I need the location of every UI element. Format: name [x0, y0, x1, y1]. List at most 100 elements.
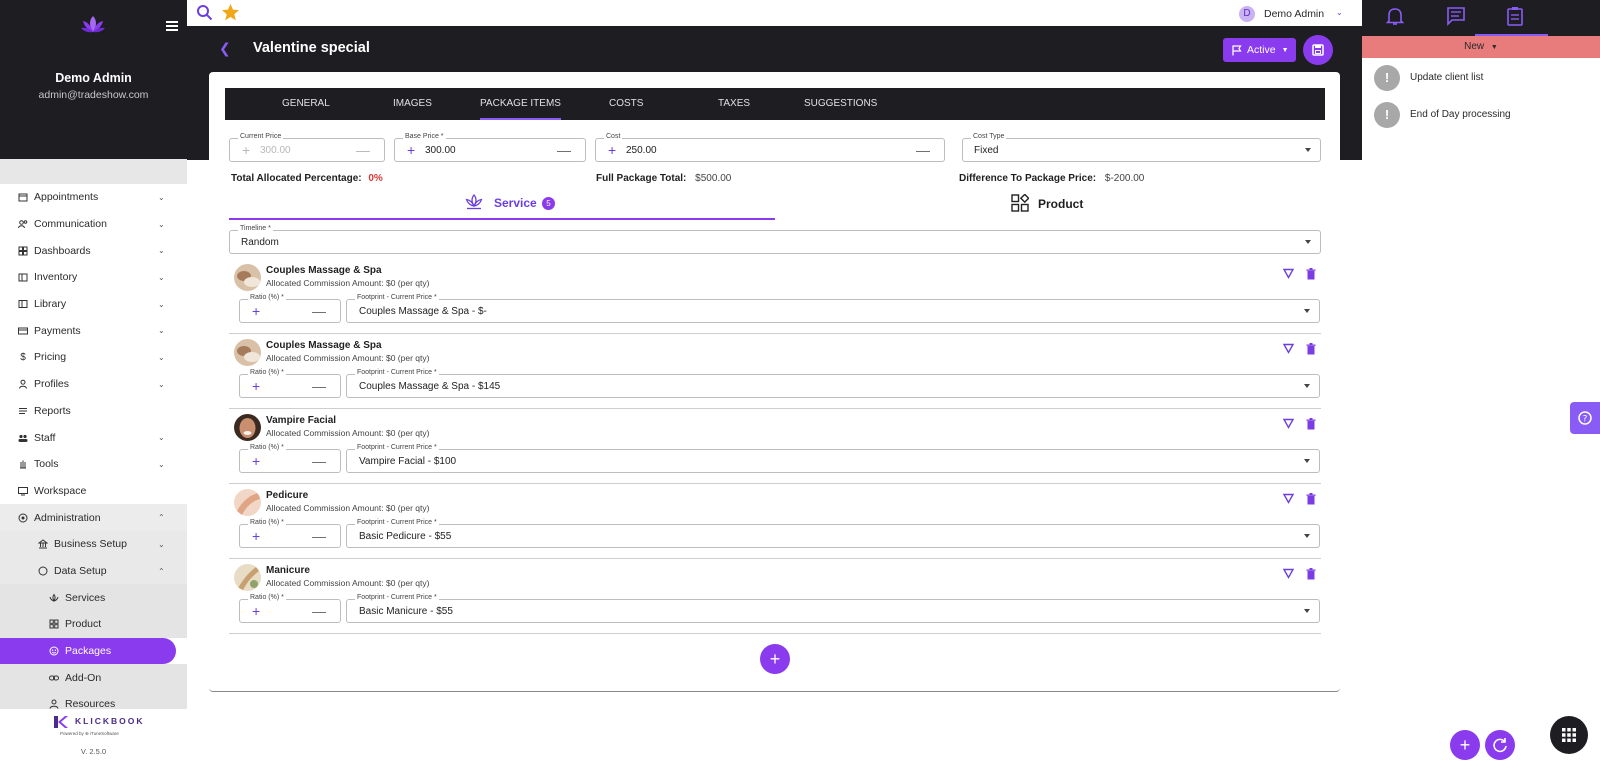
footprint-select[interactable]: Footprint - Current Price * Basic Pedicu…: [346, 519, 1320, 548]
plus-icon[interactable]: +: [407, 142, 415, 158]
trash-icon[interactable]: [1306, 568, 1316, 580]
ratio-stepper[interactable]: Ratio (%) * + —: [239, 444, 341, 473]
plus-icon[interactable]: +: [252, 603, 260, 619]
sidebar-item-dashboards[interactable]: Dashboards ⌄: [0, 237, 187, 264]
sidebar-item-pricing[interactable]: $ Pricing ⌄: [0, 344, 187, 371]
ratio-stepper[interactable]: Ratio (%) * + —: [239, 519, 341, 548]
menu-toggle-icon[interactable]: [166, 21, 178, 31]
tab-package-items[interactable]: PACKAGE ITEMS: [480, 88, 561, 120]
sidebar-item-label: Workspace: [34, 484, 87, 497]
minus-icon[interactable]: —: [557, 142, 571, 158]
plus-icon[interactable]: +: [252, 453, 260, 469]
task-item[interactable]: ! End of Day processing: [1374, 102, 1594, 132]
star-icon[interactable]: [221, 3, 240, 22]
cost-value[interactable]: 250.00: [626, 145, 657, 156]
sidebar-item-payments[interactable]: Payments ⌄: [0, 317, 187, 344]
filter-icon[interactable]: [1283, 343, 1294, 354]
plus-icon[interactable]: +: [252, 303, 260, 319]
task-item[interactable]: ! Update client list: [1374, 65, 1594, 95]
base-price-stepper[interactable]: Base Price * + 300.00 —: [394, 133, 586, 162]
footprint-value: Basic Manicure - $55: [359, 606, 453, 617]
search-icon[interactable]: [196, 4, 213, 21]
tab-product[interactable]: Product: [775, 188, 1321, 220]
trash-icon[interactable]: [1306, 493, 1316, 505]
minus-icon[interactable]: —: [312, 378, 326, 394]
base-price-value[interactable]: 300.00: [425, 145, 456, 156]
tab-general[interactable]: GENERAL: [282, 88, 330, 120]
sidebar-item-services[interactable]: Services: [0, 584, 187, 611]
filter-icon[interactable]: [1283, 418, 1294, 429]
sidebar-item-profiles[interactable]: Profiles ⌄: [0, 371, 187, 398]
filter-icon[interactable]: [1283, 268, 1294, 279]
clipboard-icon[interactable]: [1506, 6, 1524, 26]
allocated-percentage-value: 0%: [368, 173, 383, 184]
back-arrow-icon[interactable]: ❮: [219, 40, 231, 57]
sidebar-item-packages[interactable]: Packages: [0, 637, 176, 665]
timeline-select[interactable]: Timeline * Random: [229, 225, 1321, 254]
sidebar-item-data-setup[interactable]: Data Setup ⌃: [0, 557, 187, 585]
user-menu-name[interactable]: Demo Admin: [1264, 8, 1324, 20]
footprint-select[interactable]: Footprint - Current Price * Couples Mass…: [346, 369, 1320, 398]
user-avatar[interactable]: D: [1239, 6, 1255, 22]
minus-icon[interactable]: —: [312, 453, 326, 469]
sidebar-item-business-setup[interactable]: Business Setup ⌄: [0, 530, 187, 558]
footprint-select[interactable]: Footprint - Current Price * Couples Mass…: [346, 294, 1320, 323]
apps-grid-button[interactable]: [1550, 716, 1588, 754]
filter-icon[interactable]: [1283, 493, 1294, 504]
floating-add-button[interactable]: +: [1450, 730, 1480, 760]
sidebar-item-appointments[interactable]: Appointments ⌄: [0, 184, 187, 211]
sidebar-item-tools[interactable]: Tools ⌄: [0, 451, 187, 478]
sidebar-item-staff[interactable]: Staff ⌄: [0, 424, 187, 451]
package-item-row: Pedicure Allocated Commission Amount: $0…: [229, 484, 1321, 559]
plus-icon[interactable]: +: [608, 142, 616, 158]
trash-icon[interactable]: [1306, 418, 1316, 430]
minus-icon[interactable]: —: [312, 528, 326, 544]
filter-icon[interactable]: [1283, 568, 1294, 579]
sidebar-item-label: Inventory: [34, 271, 78, 284]
grid-icon: [49, 619, 59, 629]
tab-suggestions[interactable]: SUGGESTIONS: [804, 88, 877, 120]
tab-images[interactable]: IMAGES: [393, 88, 432, 120]
ratio-stepper[interactable]: Ratio (%) * + —: [239, 594, 341, 623]
product-grid-icon: [1011, 194, 1029, 212]
sidebar-item-reports[interactable]: Reports: [0, 398, 187, 425]
sidebar-item-communication[interactable]: Communication ⌄: [0, 211, 187, 238]
add-item-button[interactable]: +: [760, 644, 790, 674]
sidebar-item-library[interactable]: Library ⌄: [0, 291, 187, 318]
chat-icon[interactable]: [1446, 6, 1466, 26]
minus-icon[interactable]: —: [312, 303, 326, 319]
tab-taxes[interactable]: TAXES: [718, 88, 750, 120]
tab-service[interactable]: Service 5: [229, 188, 775, 220]
footprint-label: Footprint - Current Price *: [355, 519, 439, 526]
sidebar-item-resources[interactable]: Resources: [0, 691, 187, 709]
footprint-select[interactable]: Footprint - Current Price * Vampire Faci…: [346, 444, 1320, 473]
sidebar-item-workspace[interactable]: Workspace: [0, 478, 187, 505]
caret-down-icon: ▼: [1281, 46, 1289, 54]
package-item-row: Couples Massage & Spa Allocated Commissi…: [229, 334, 1321, 409]
cost-stepper[interactable]: Cost + 250.00 —: [595, 133, 945, 162]
sidebar-item-add-on[interactable]: Add-On: [0, 664, 187, 692]
save-button[interactable]: [1303, 35, 1333, 65]
plus-icon[interactable]: +: [252, 528, 260, 544]
tab-costs[interactable]: COSTS: [609, 88, 643, 120]
footprint-select[interactable]: Footprint - Current Price * Basic Manicu…: [346, 594, 1320, 623]
calendar-icon: [18, 192, 28, 202]
trash-icon[interactable]: [1306, 268, 1316, 280]
help-button[interactable]: ?: [1570, 402, 1600, 434]
status-dropdown-button[interactable]: Active ▼: [1223, 38, 1296, 62]
sidebar-item-administration[interactable]: Administration ⌃: [0, 504, 187, 531]
sidebar-item-inventory[interactable]: Inventory ⌄: [0, 264, 187, 291]
ratio-stepper[interactable]: Ratio (%) * + —: [239, 294, 341, 323]
cost-type-select[interactable]: Cost Type Fixed: [962, 133, 1321, 162]
plus-icon[interactable]: +: [252, 378, 260, 394]
chevron-down-icon[interactable]: ⌄: [1336, 8, 1343, 17]
bell-icon[interactable]: [1386, 6, 1404, 26]
minus-icon[interactable]: —: [916, 142, 930, 158]
ratio-stepper[interactable]: Ratio (%) * + —: [239, 369, 341, 398]
refresh-button[interactable]: [1485, 730, 1515, 760]
trash-icon[interactable]: [1306, 343, 1316, 355]
task-filter-dropdown[interactable]: New ▼: [1362, 36, 1600, 58]
sidebar-item-product[interactable]: Product: [0, 611, 187, 638]
sidebar-item-label: Resources: [65, 698, 116, 709]
minus-icon[interactable]: —: [312, 603, 326, 619]
